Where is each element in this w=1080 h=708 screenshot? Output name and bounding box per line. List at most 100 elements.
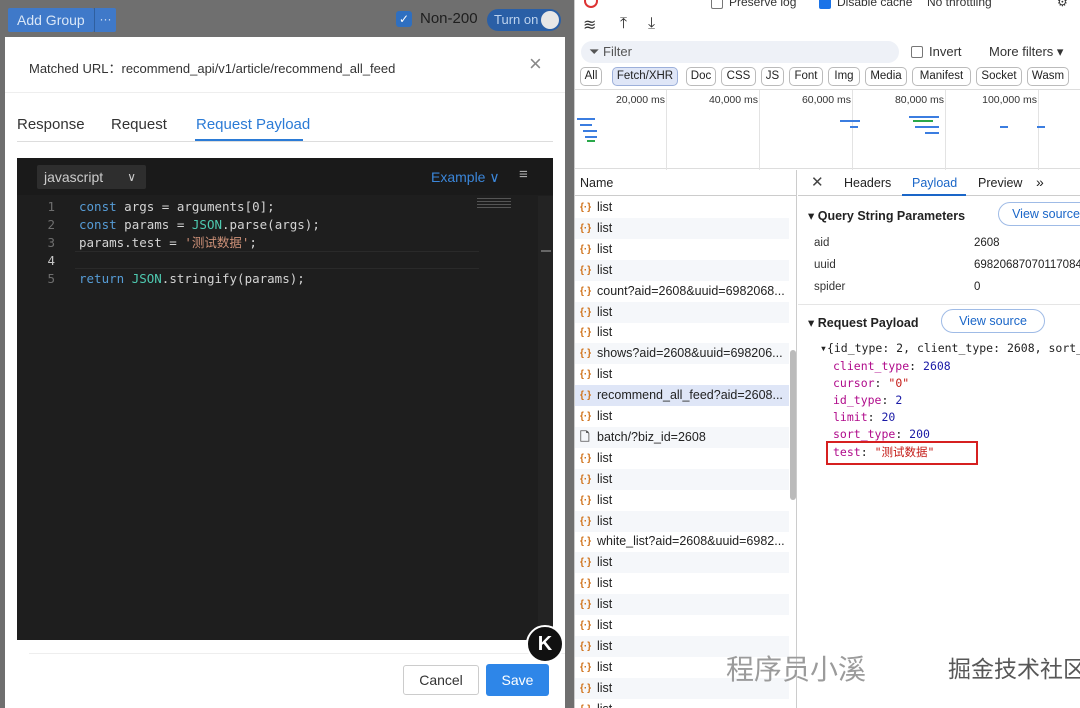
xhr-icon: {·} xyxy=(580,452,592,464)
payload-colon: : xyxy=(909,359,924,373)
disable-cache-checkbox[interactable] xyxy=(819,0,831,9)
chip-all[interactable]: All xyxy=(580,67,602,86)
tab-request-payload[interactable]: Request Payload xyxy=(196,116,310,133)
code-line[interactable]: 3 params.test = '测试数据'; xyxy=(17,234,553,252)
request-row[interactable]: {·} shows?aid=2608&uuid=698206... xyxy=(575,343,789,365)
payload-field[interactable]: limit: 20 xyxy=(833,410,895,424)
request-row[interactable]: {·} list xyxy=(575,490,789,511)
record-icon[interactable] xyxy=(584,0,598,8)
code-line[interactable]: 5 return JSON.stringify(params); xyxy=(17,270,553,288)
request-row[interactable]: {·} list xyxy=(575,615,789,636)
payload-field[interactable]: id_type: 2 xyxy=(833,393,902,407)
request-row[interactable]: {·} list xyxy=(575,468,789,490)
invert-checkbox[interactable]: Invert xyxy=(911,44,962,59)
request-row[interactable]: 🗋 batch/?biz_id=2608 xyxy=(575,426,789,448)
payload-field[interactable]: cursor: "0" xyxy=(833,376,909,390)
request-row[interactable]: {·} list xyxy=(575,448,789,469)
chip-js[interactable]: JS xyxy=(761,67,784,86)
view-source-button[interactable]: View source xyxy=(998,202,1080,226)
request-row[interactable]: {·} list xyxy=(575,552,789,574)
code-line[interactable]: 4 xyxy=(17,252,553,270)
request-list-scrollbar[interactable] xyxy=(789,200,797,708)
code-text[interactable]: const params = JSON.parse(args); xyxy=(79,216,320,234)
preserve-log-label: Preserve log xyxy=(729,0,797,9)
request-name: list xyxy=(597,638,613,653)
settings-gear-icon[interactable]: ⚙ xyxy=(1057,0,1068,9)
code-line[interactable]: 2 const params = JSON.parse(args); xyxy=(17,216,553,234)
payload-field[interactable]: client_type: 2608 xyxy=(833,359,951,373)
non200-checkbox[interactable]: ✓ xyxy=(396,11,412,27)
language-select[interactable]: javascript ∨ xyxy=(37,165,146,189)
chip-font[interactable]: Font xyxy=(789,67,823,86)
network-timeline[interactable]: 20,000 ms 40,000 ms 60,000 ms 80,000 ms … xyxy=(575,89,1080,170)
view-source-button[interactable]: View source xyxy=(941,309,1045,333)
payload-field[interactable]: sort_type: 200 xyxy=(833,427,930,441)
request-row[interactable]: {·} list xyxy=(575,364,789,385)
request-row[interactable]: {·} list xyxy=(575,699,789,708)
scrollbar-thumb[interactable] xyxy=(790,350,796,500)
xhr-icon: {·} xyxy=(580,557,592,569)
chip-manifest[interactable]: Manifest xyxy=(912,67,971,86)
wifi-icon[interactable]: ≋ xyxy=(583,15,596,35)
save-button[interactable]: Save xyxy=(486,664,549,696)
more-tabs-icon[interactable]: » xyxy=(1036,174,1044,190)
example-dropdown[interactable]: Example ∨ xyxy=(431,169,500,186)
add-group-button[interactable]: Add Group xyxy=(8,8,94,32)
request-row[interactable]: {·} list xyxy=(575,594,789,616)
chip-doc[interactable]: Doc xyxy=(686,67,716,86)
name-column-header[interactable]: Name xyxy=(575,170,797,196)
chip-socket[interactable]: Socket xyxy=(976,67,1022,86)
code-text[interactable]: params.test = '测试数据'; xyxy=(79,234,257,252)
request-row[interactable]: {·} list xyxy=(575,322,789,343)
preserve-log-checkbox[interactable] xyxy=(711,0,723,9)
upload-icon[interactable]: ⤒ xyxy=(620,15,627,33)
request-row[interactable]: {·} list xyxy=(575,259,789,281)
request-row[interactable]: {·} list xyxy=(575,573,789,594)
tab-headers[interactable]: Headers xyxy=(844,176,891,190)
document-icon: 🗋 xyxy=(580,429,590,444)
active-tab-underline xyxy=(195,139,303,141)
close-icon[interactable]: × xyxy=(529,51,542,77)
more-options-button[interactable]: ··· xyxy=(94,8,116,32)
request-name: count?aid=2608&uuid=6982068... xyxy=(597,283,785,298)
request-row[interactable]: {·} list xyxy=(575,301,789,323)
chip-img[interactable]: Img xyxy=(828,67,860,86)
chip-fetch-xhr[interactable]: Fetch/XHR xyxy=(612,67,678,86)
request-name: list xyxy=(597,555,613,570)
code-line[interactable]: 1 const args = arguments[0]; xyxy=(17,198,553,216)
download-icon[interactable]: ⤓ xyxy=(648,15,655,33)
request-row[interactable]: {·} recommend_all_feed?aid=2608... xyxy=(575,385,789,407)
payload-summary[interactable]: ▾{id_type: 2, client_type: 2608, sort_t xyxy=(820,341,1080,355)
cancel-button[interactable]: Cancel xyxy=(403,665,479,695)
request-row[interactable]: {·} count?aid=2608&uuid=6982068... xyxy=(575,281,789,302)
tab-payload[interactable]: Payload xyxy=(912,176,957,190)
request-name: list xyxy=(597,702,612,708)
tab-request[interactable]: Request xyxy=(111,116,167,133)
close-icon[interactable]: ✕ xyxy=(811,173,824,191)
chip-media[interactable]: Media xyxy=(865,67,907,86)
code-text[interactable]: return JSON.stringify(params); xyxy=(79,270,305,288)
request-row[interactable]: {·} list xyxy=(575,197,789,218)
request-row[interactable]: {·} list xyxy=(575,510,789,532)
chip-wasm[interactable]: Wasm xyxy=(1027,67,1069,86)
chip-css[interactable]: CSS xyxy=(721,67,756,86)
filter-input[interactable]: ⏷ Filter xyxy=(581,41,899,63)
code-text[interactable]: const args = arguments[0]; xyxy=(79,198,275,216)
more-filters-dropdown[interactable]: More filters ▾ xyxy=(989,44,1063,60)
request-payload-section-toggle[interactable]: ▾ Request Payload xyxy=(808,315,918,330)
request-row[interactable]: {·} list xyxy=(575,217,789,239)
request-row[interactable]: {·} list xyxy=(575,406,789,427)
turn-on-toggle[interactable]: Turn on xyxy=(487,9,561,31)
query-params-section-toggle[interactable]: ▾ Query String Parameters xyxy=(808,208,965,223)
tab-response[interactable]: Response xyxy=(17,116,85,133)
throttling-select[interactable]: No throttling xyxy=(927,0,992,9)
devtools-network-panel: Preserve log Disable cache No throttling… xyxy=(574,0,1080,708)
request-row[interactable]: {·} list xyxy=(575,239,789,260)
request-row[interactable]: {·} white_list?aid=2608&uuid=6982... xyxy=(575,531,789,552)
checkbox-box[interactable] xyxy=(911,46,923,58)
tab-preview[interactable]: Preview xyxy=(978,176,1022,190)
matched-url-value: recommend_api/v1/article/recommend_all_f… xyxy=(121,61,396,76)
xhr-icon: {·} xyxy=(580,327,592,339)
menu-icon[interactable]: ≡ xyxy=(519,166,528,183)
code-editor[interactable]: javascript ∨ Example ∨ ≡ 1 const args = ar… xyxy=(17,158,553,640)
